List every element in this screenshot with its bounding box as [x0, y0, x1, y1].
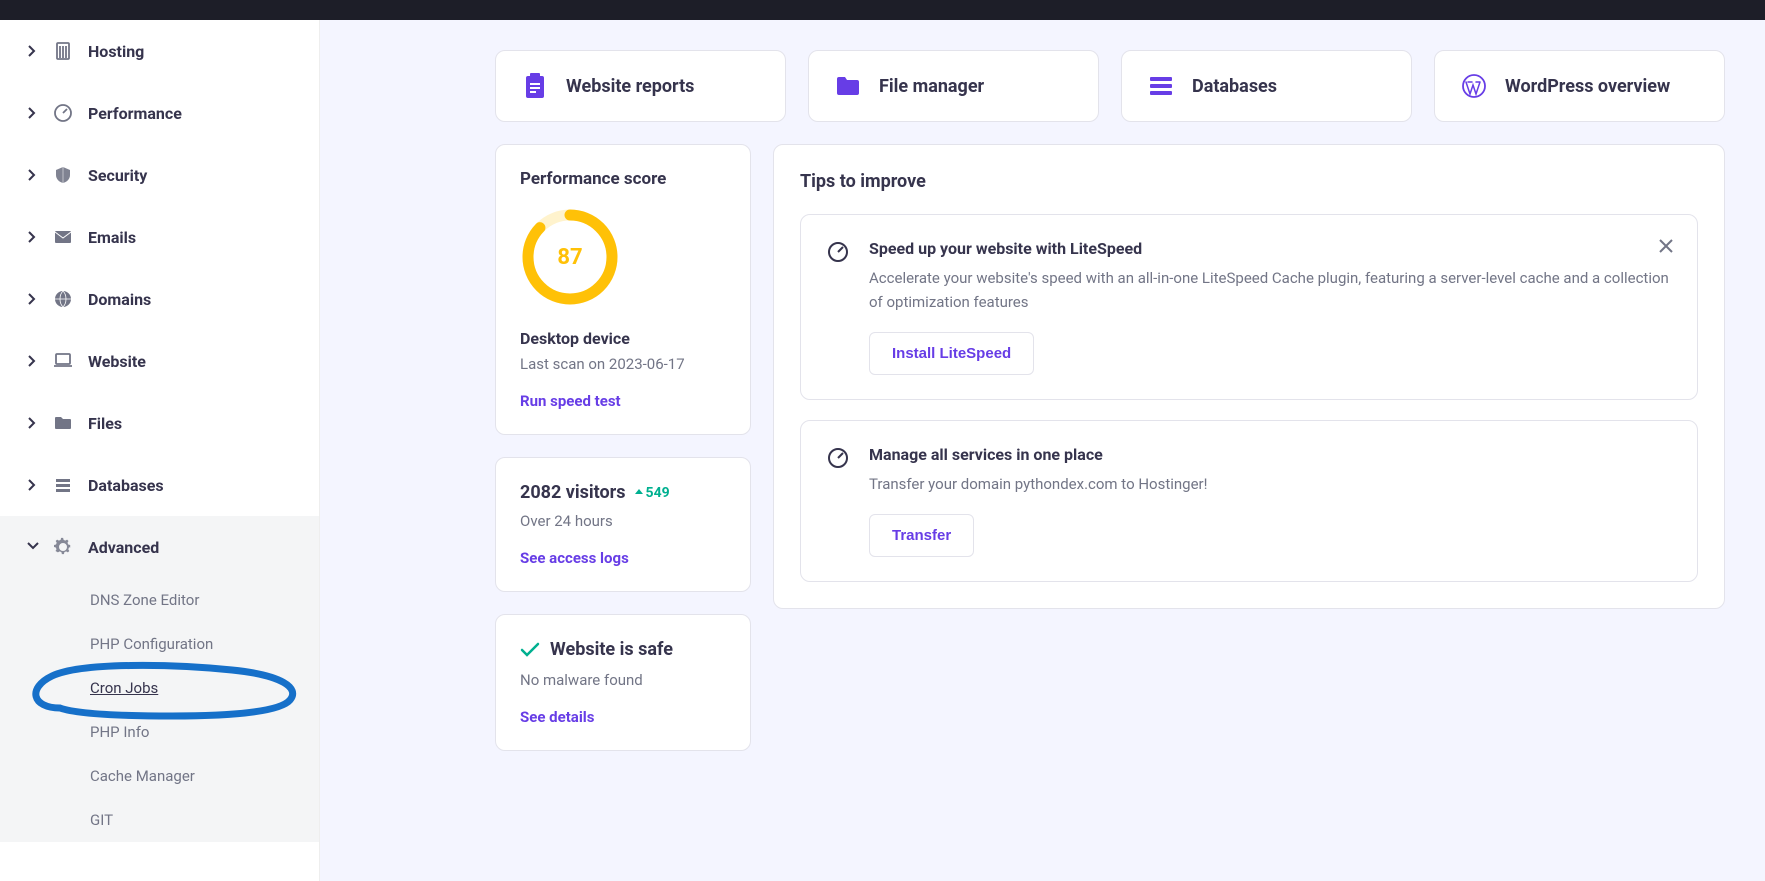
laptop-icon [52, 350, 74, 372]
sidebar-sub-cache-manager[interactable]: Cache Manager [0, 754, 319, 798]
globe-icon [52, 288, 74, 310]
sidebar-sub-php-configuration[interactable]: PHP Configuration [0, 622, 319, 666]
performance-title: Performance score [520, 169, 726, 189]
visitors-period: Over 24 hours [520, 509, 726, 533]
sidebar-sub-php-info[interactable]: PHP Info [0, 710, 319, 754]
chevron-right-icon [28, 169, 38, 181]
tips-heading: Tips to improve [800, 171, 1698, 192]
speedometer-icon [827, 241, 849, 263]
tip-litespeed: Speed up your website with LiteSpeed Acc… [800, 214, 1698, 400]
performance-panel: Performance score 87 Desktop device Last… [495, 144, 751, 435]
safety-panel: Website is safe No malware found See det… [495, 614, 751, 751]
database-rows-icon [1148, 73, 1174, 99]
chevron-right-icon [28, 107, 38, 119]
tip-desc: Accelerate your website's speed with an … [869, 266, 1671, 314]
run-speed-test-link[interactable]: Run speed test [520, 392, 621, 410]
sidebar-item-databases[interactable]: Databases [0, 454, 319, 516]
close-icon[interactable] [1657, 237, 1675, 255]
shield-icon [52, 164, 74, 186]
sidebar: Hosting Performance Security Emails Doma… [0, 20, 320, 881]
left-column: Performance score 87 Desktop device Last… [495, 144, 751, 751]
right-column: Tips to improve Speed up your website wi… [773, 144, 1725, 751]
sidebar-advanced-submenu: DNS Zone Editor PHP Configuration Cron J… [0, 578, 319, 842]
chevron-right-icon [28, 45, 38, 57]
tip-title: Manage all services in one place [869, 445, 1671, 464]
tip-desc: Transfer your domain pythondex.com to Ho… [869, 472, 1671, 496]
folder-icon [52, 412, 74, 434]
quick-label: Website reports [566, 76, 694, 97]
sidebar-item-files[interactable]: Files [0, 392, 319, 454]
folder-icon [835, 73, 861, 99]
sidebar-item-label: Files [88, 414, 122, 433]
performance-last-scan: Last scan on 2023-06-17 [520, 352, 726, 376]
check-icon [520, 642, 540, 658]
tip-title: Speed up your website with LiteSpeed [869, 239, 1671, 258]
chevron-right-icon [28, 293, 38, 305]
database-icon [52, 474, 74, 496]
transfer-button[interactable]: Transfer [869, 514, 974, 557]
gear-icon [52, 536, 74, 558]
topbar [0, 0, 1765, 20]
chevron-right-icon [28, 231, 38, 243]
server-icon [52, 40, 74, 62]
sidebar-item-label: Security [88, 166, 147, 185]
sidebar-item-emails[interactable]: Emails [0, 206, 319, 268]
safety-title: Website is safe [550, 639, 673, 660]
quick-databases[interactable]: Databases [1121, 50, 1412, 122]
chevron-right-icon [28, 417, 38, 429]
sidebar-item-website[interactable]: Website [0, 330, 319, 392]
chevron-right-icon [28, 479, 38, 491]
sidebar-item-security[interactable]: Security [0, 144, 319, 206]
clipboard-icon [522, 73, 548, 99]
sidebar-item-label: Website [88, 352, 146, 371]
quick-actions-row: Website reports File manager Databases W… [495, 50, 1725, 122]
speedometer-icon [827, 447, 849, 469]
sidebar-sub-cron-jobs[interactable]: Cron Jobs [0, 666, 319, 710]
performance-score-ring: 87 [520, 207, 620, 307]
sidebar-item-performance[interactable]: Performance [0, 82, 319, 144]
quick-file-manager[interactable]: File manager [808, 50, 1099, 122]
quick-website-reports[interactable]: Website reports [495, 50, 786, 122]
quick-label: File manager [879, 76, 984, 97]
performance-device: Desktop device [520, 329, 726, 348]
sidebar-sub-dns-zone-editor[interactable]: DNS Zone Editor [0, 578, 319, 622]
quick-wordpress-overview[interactable]: WordPress overview [1434, 50, 1725, 122]
install-litespeed-button[interactable]: Install LiteSpeed [869, 332, 1034, 375]
visitors-count: 2082 visitors [520, 482, 626, 503]
tips-panel: Tips to improve Speed up your website wi… [773, 144, 1725, 609]
sidebar-item-advanced[interactable]: Advanced [0, 516, 319, 578]
wordpress-icon [1461, 73, 1487, 99]
safety-sub: No malware found [520, 668, 726, 692]
see-details-link[interactable]: See details [520, 708, 594, 726]
main-content: Website reports File manager Databases W… [320, 20, 1765, 881]
quick-label: Databases [1192, 76, 1277, 97]
sidebar-sub-git[interactable]: GIT [0, 798, 319, 842]
chevron-right-icon [28, 355, 38, 367]
sidebar-item-label: Hosting [88, 42, 144, 61]
visitors-panel: 2082 visitors 549 Over 24 hours See acce… [495, 457, 751, 592]
layout: Hosting Performance Security Emails Doma… [0, 20, 1765, 881]
tip-manage-services: Manage all services in one place Transfe… [800, 420, 1698, 582]
arrow-up-icon [634, 488, 644, 498]
sidebar-item-label: Advanced [88, 538, 159, 557]
sidebar-item-label: Databases [88, 476, 164, 495]
see-access-logs-link[interactable]: See access logs [520, 549, 629, 567]
sidebar-item-label: Emails [88, 228, 136, 247]
chevron-down-icon [27, 542, 39, 552]
mail-icon [52, 226, 74, 248]
gauge-icon [52, 102, 74, 124]
dashboard-columns: Performance score 87 Desktop device Last… [495, 144, 1725, 751]
quick-label: WordPress overview [1505, 76, 1670, 97]
performance-score-value: 87 [520, 207, 620, 307]
sidebar-item-hosting[interactable]: Hosting [0, 20, 319, 82]
sidebar-item-domains[interactable]: Domains [0, 268, 319, 330]
sidebar-item-label: Domains [88, 290, 151, 309]
visitors-delta: 549 [634, 485, 670, 501]
sidebar-item-label: Performance [88, 104, 182, 123]
